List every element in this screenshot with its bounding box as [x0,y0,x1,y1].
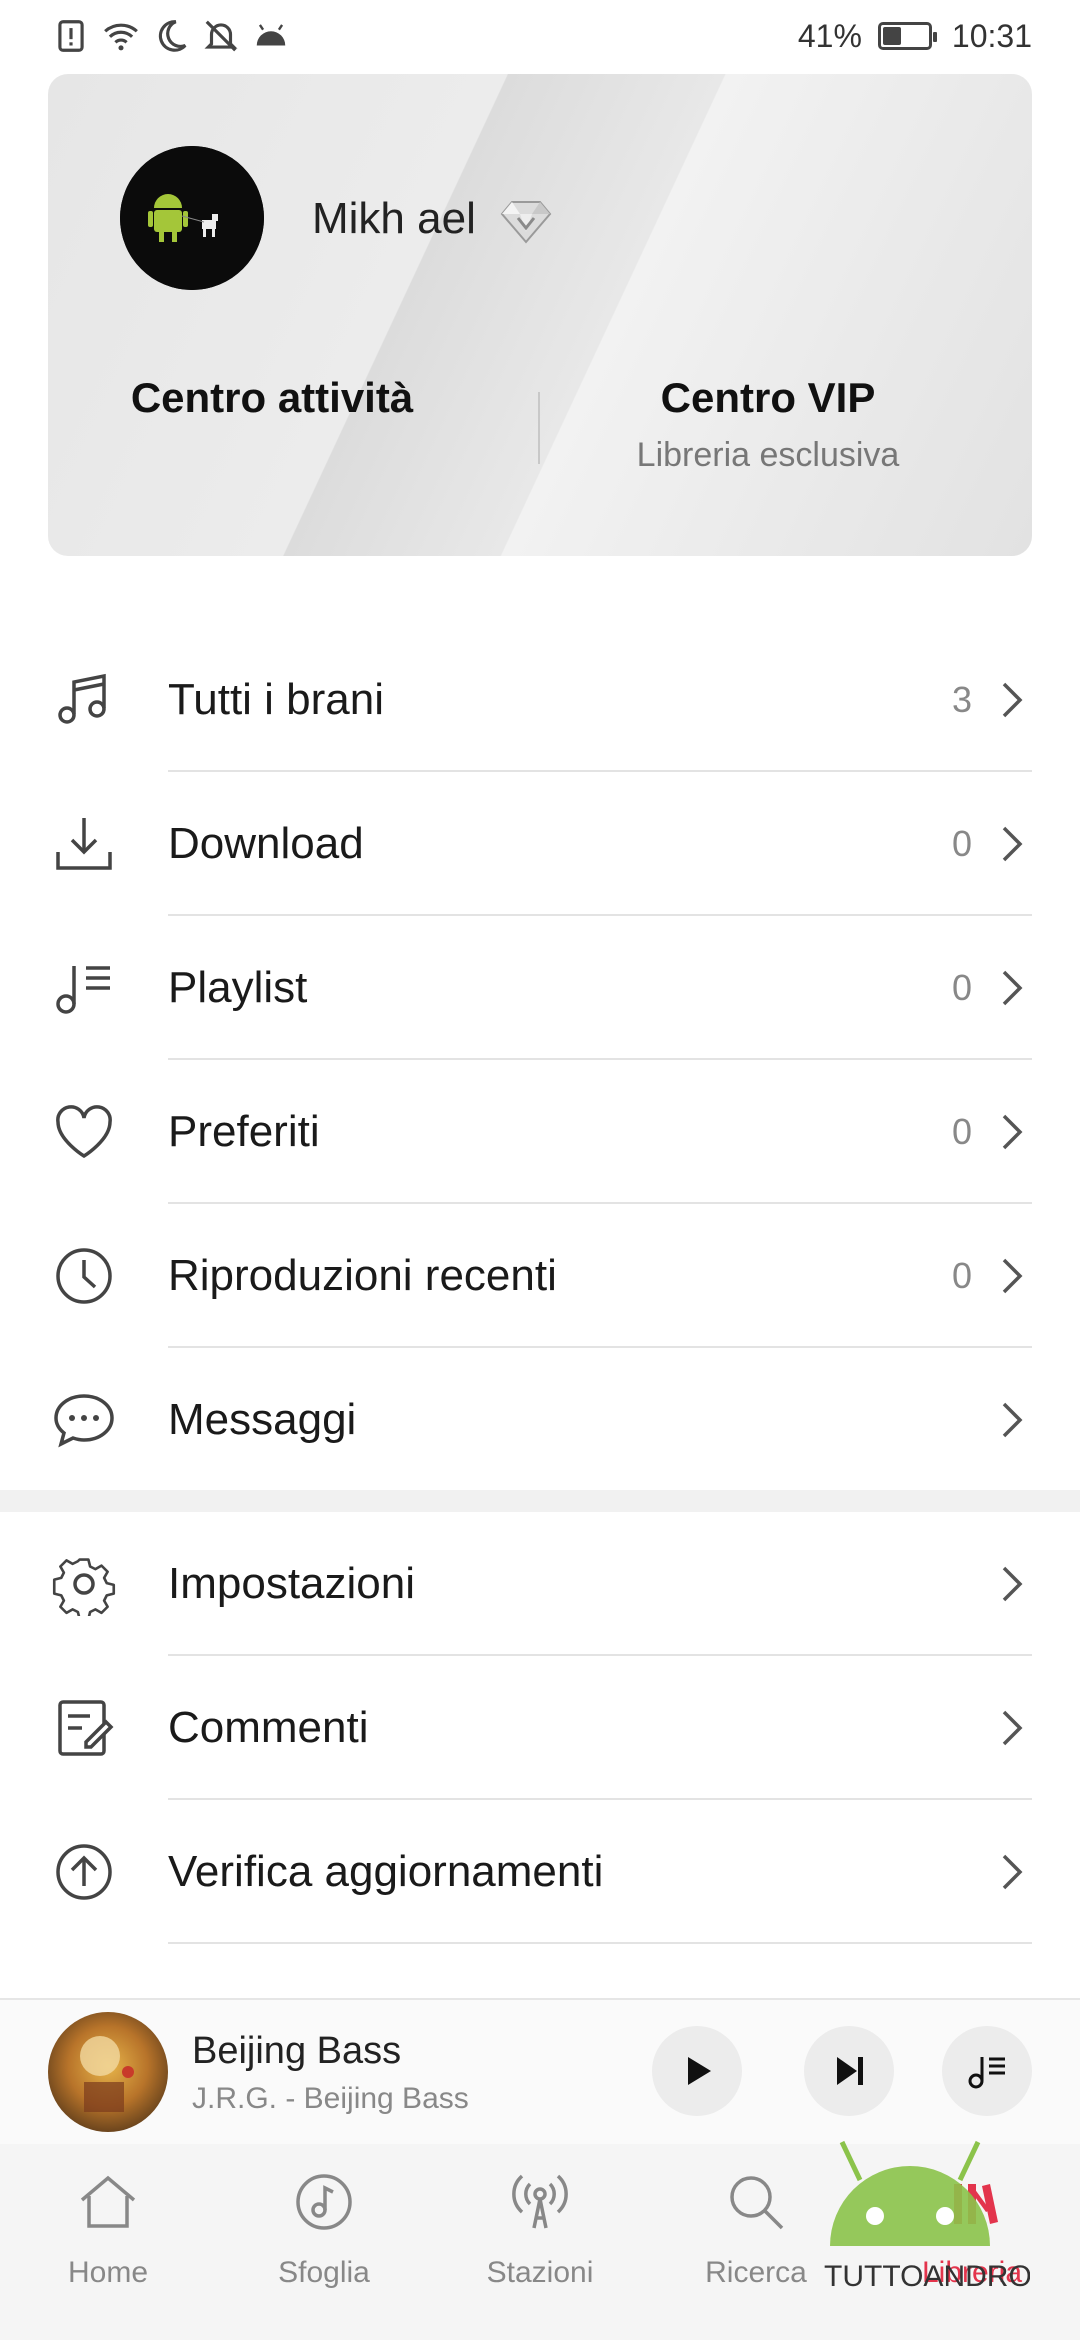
menu-item-check-updates[interactable]: Verifica aggiornamenti [0,1800,1080,1944]
menu-item-comments[interactable]: Commenti [0,1656,1080,1800]
menu-item-label: Download [168,819,364,868]
activity-center-button[interactable]: Centro attività [112,374,432,422]
track-title: Beijing Bass [192,2030,402,2072]
mini-player[interactable]: Beijing Bass J.R.G. - Beijing Bass [0,1998,1080,2144]
skip-next-icon [837,2057,863,2085]
vip-center-title: Centro VIP [660,374,876,421]
music-note-icon [58,673,106,724]
nav-browse[interactable]: Sfoglia [234,2170,414,2290]
menu-item-label: Commenti [168,1703,369,1752]
profile-card: Mikh ael Centro attività Centro VIP Libr… [48,74,1032,556]
chevron-right-icon [1002,1566,1023,1602]
section-divider [0,1490,1080,1512]
menu-item-playlist[interactable]: Playlist 0 [0,916,1080,1060]
menu-item-label: Preferiti [168,1107,320,1156]
vip-center-subtitle: Libreria esclusiva [636,436,900,474]
clock-time: 10:31 [951,17,1032,54]
home-icon [80,2175,136,2228]
chevron-right-icon [1002,1114,1023,1150]
arrow-up-circle-icon [56,1844,112,1900]
nav-label: Stazioni [486,2256,594,2289]
heart-icon [56,1105,112,1159]
card-divider [538,392,540,464]
menu-item-settings[interactable]: Impostazioni [0,1512,1080,1656]
chevron-right-icon [1002,1402,1023,1438]
menu-item-download[interactable]: Download 0 [0,772,1080,916]
menu-item-count: 0 [951,967,972,1008]
menu-item-label: Tutti i brani [168,675,385,724]
album-art-image [48,2012,168,2132]
chevron-right-icon [1002,1258,1023,1294]
clock-icon [56,1248,112,1304]
activity-center-title: Centro attività [130,374,414,421]
wifi-icon [104,23,138,51]
watermark-text: TUTTOANDROID [824,2260,1030,2293]
avatar[interactable] [120,146,264,290]
status-right: 41% 10:31 [798,18,1032,55]
radio-tower-icon [512,2174,568,2229]
avatar-image [120,146,264,290]
download-icon [56,818,112,870]
nav-stations[interactable]: Stazioni [450,2170,630,2290]
gear-icon [52,1558,116,1621]
menu-item-count: 3 [951,679,972,720]
moon-icon [158,20,187,52]
library-menu: Tutti i brani 3 Download 0 Playlist 0 Pr… [0,628,1080,1492]
next-button[interactable] [804,2026,894,2116]
menu-item-count: 0 [951,823,972,864]
menu-item-label: Impostazioni [168,1559,416,1608]
playlist-icon [968,2057,1005,2089]
status-icons [52,17,290,55]
nav-home[interactable]: Home [18,2170,198,2290]
status-bar: 41% 10:31 [0,0,1080,72]
menu-item-recent[interactable]: Riproduzioni recenti 0 [0,1204,1080,1348]
chevron-right-icon [1002,970,1023,1006]
queue-button[interactable] [942,2026,1032,2116]
divider [168,1942,1032,1944]
vip-center-button[interactable]: Centro VIP Libreria esclusiva [588,374,948,475]
browse-icon [296,2174,352,2230]
diamond-icon[interactable] [498,192,554,248]
settings-menu: Impostazioni Commenti Verifica aggiornam… [0,1512,1080,1944]
battery-level [882,27,901,45]
nav-label: Sfoglia [278,2256,370,2289]
chevron-right-icon [1002,826,1023,862]
edit-note-icon [58,1700,114,1756]
play-icon [688,2057,711,2085]
chat-bubble-icon [54,1394,114,1448]
nav-label: Home [67,2256,149,2289]
menu-item-count: 0 [951,1255,972,1296]
chevron-right-icon [1002,1854,1023,1890]
menu-item-messages[interactable]: Messaggi [0,1348,1080,1492]
menu-item-label: Playlist [168,963,308,1012]
menu-item-label: Messaggi [168,1395,357,1444]
android-icon [256,24,286,46]
battery-icon [877,22,937,50]
play-button[interactable] [652,2026,742,2116]
watermark-logo: TUTTOANDROID [824,2140,1030,2293]
chevron-right-icon [1002,682,1023,718]
menu-item-label: Verifica aggiornamenti [168,1847,604,1896]
album-art[interactable] [48,2012,168,2132]
menu-item-all-songs[interactable]: Tutti i brani 3 [0,628,1080,772]
menu-item-count: 0 [951,1111,972,1152]
user-name[interactable]: Mikh ael [312,194,476,244]
menu-item-favorites[interactable]: Preferiti 0 [0,1060,1080,1204]
battery-percent: 41% [797,17,862,54]
nav-search[interactable]: Ricerca [666,2170,846,2290]
menu-item-label: Riproduzioni recenti [168,1251,557,1300]
playlist-icon [56,966,110,1014]
nav-label: Ricerca [705,2256,807,2289]
track-artist: J.R.G. - Beijing Bass [192,2082,469,2115]
bell-off-icon [204,20,238,52]
search-icon [730,2176,784,2230]
chevron-right-icon [1002,1710,1023,1746]
alert-icon [58,20,84,52]
